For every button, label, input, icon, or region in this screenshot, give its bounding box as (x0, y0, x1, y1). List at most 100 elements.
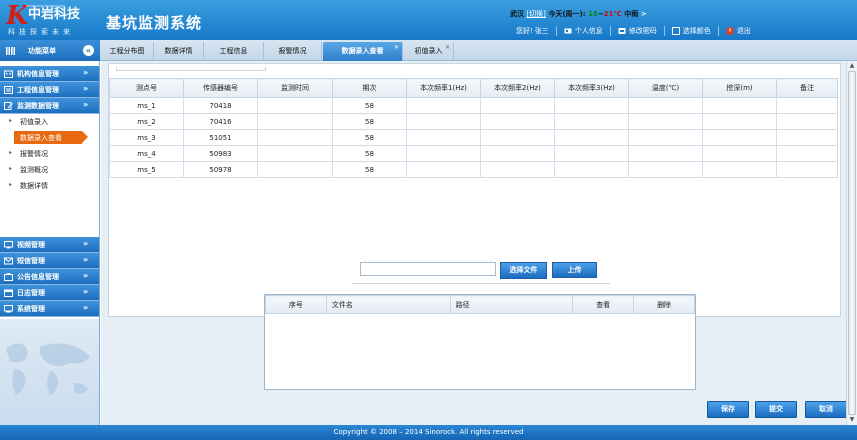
change-password-link[interactable]: 修改密码 (618, 26, 657, 36)
column-header[interactable]: 本次频率1(Hz) (406, 78, 481, 98)
sidebar-item-data-detail[interactable]: ▸ 数据详情 (0, 178, 99, 194)
cell-freq1[interactable] (406, 97, 481, 114)
sidebar-group-sms[interactable]: 短信管理 » (0, 253, 99, 269)
sidebar-item-monitor-overview[interactable]: ▸ 监测概况 (0, 162, 99, 178)
cell-temperature[interactable] (628, 145, 703, 162)
sidebar-group-video[interactable]: 视频管理 » (0, 237, 99, 253)
cell-remark[interactable] (776, 113, 838, 130)
file-path-input[interactable] (360, 262, 496, 276)
sidebar-group-label: 系统管理 (17, 305, 45, 313)
sidebar-group-log[interactable]: 日志管理 » (0, 285, 99, 301)
column-header[interactable]: 期次 (332, 78, 407, 98)
cell-temperature[interactable] (628, 161, 703, 178)
sidebar-group-system[interactable]: 系统管理 » (0, 301, 99, 317)
submit-button[interactable]: 提交 (755, 401, 797, 418)
weather-switch-link[interactable]: [切换] (526, 10, 545, 18)
cell-freq2[interactable] (480, 129, 555, 146)
cell-freq2[interactable] (480, 145, 555, 162)
tab-alarm-status[interactable]: 报警情况 (264, 42, 322, 61)
chevron-down-icon: » (83, 84, 89, 93)
cell-remark[interactable] (776, 97, 838, 114)
cell-remark[interactable] (776, 145, 838, 162)
column-header[interactable]: 序号 (265, 295, 327, 314)
upload-button[interactable]: 上传 (552, 262, 597, 278)
choose-color-link[interactable]: 选择颜色 (671, 26, 711, 36)
cell-freq1[interactable] (406, 129, 481, 146)
cell-freq2[interactable] (480, 97, 555, 114)
sidebar-group-project-info[interactable]: 工程信息管理 » (0, 82, 99, 98)
sidebar-group-monitor-data[interactable]: 监测数据管理 » (0, 98, 99, 114)
cell-monitor-time[interactable] (257, 145, 333, 162)
cell-temperature[interactable] (628, 129, 703, 146)
tab-data-detail[interactable]: 数据详情 (154, 42, 204, 61)
cell-freq1[interactable] (406, 161, 481, 178)
cell-freq3[interactable] (554, 129, 629, 146)
cell-freq2[interactable] (480, 113, 555, 130)
scroll-down-icon[interactable]: ▼ (847, 415, 857, 425)
column-header[interactable]: 文件名 (325, 295, 451, 314)
logout-icon (726, 27, 734, 35)
cell-temperature[interactable] (628, 113, 703, 130)
column-header[interactable]: 备注 (776, 78, 838, 98)
cell-monitor-time[interactable] (257, 97, 333, 114)
sidebar-group-announcement[interactable]: 公告信息管理 » (0, 269, 99, 285)
column-header[interactable]: 温度(℃) (628, 78, 703, 98)
column-header[interactable]: 本次频率2(Hz) (480, 78, 555, 98)
personal-info-link[interactable]: 个人信息 (564, 26, 603, 36)
cell-freq3[interactable] (554, 113, 629, 130)
choose-file-button[interactable]: 选择文件 (500, 262, 547, 279)
palette-icon (671, 27, 680, 35)
cell-freq2[interactable] (480, 161, 555, 178)
tab-project-map[interactable]: 工程分布图 (101, 42, 154, 61)
cancel-button[interactable]: 取消 (805, 401, 847, 418)
sidebar-item-data-entry-view[interactable]: ▸ 数据录入查看 (0, 130, 99, 146)
sidebar-item-label: 报警情况 (20, 150, 48, 158)
cell-depth[interactable] (702, 97, 777, 114)
cell-remark[interactable] (776, 129, 838, 146)
vertical-scrollbar[interactable]: ▲ ▼ (846, 61, 857, 425)
save-button[interactable]: 保存 (707, 401, 749, 418)
column-header[interactable]: 挖深(m) (702, 78, 777, 98)
cell-monitor-time[interactable] (257, 113, 333, 130)
weather-next-arrow[interactable]: > (641, 10, 647, 18)
cell-freq1[interactable] (406, 145, 481, 162)
column-header[interactable]: 删除 (633, 295, 695, 314)
personal-info-label: 个人信息 (574, 27, 603, 35)
sidebar-item-label: 数据详情 (20, 182, 48, 190)
chevron-down-icon: » (83, 239, 89, 248)
collapse-menu-button[interactable]: « (83, 45, 94, 56)
close-tab-icon[interactable]: ✕ (445, 38, 450, 57)
cell-depth[interactable] (702, 129, 777, 146)
cell-freq3[interactable] (554, 145, 629, 162)
column-header[interactable]: 监测时间 (257, 78, 333, 98)
scroll-up-icon[interactable]: ▲ (847, 61, 857, 71)
table-row: ms_2 70416 58 (109, 113, 838, 130)
cell-depth[interactable] (702, 145, 777, 162)
cell-depth[interactable] (702, 161, 777, 178)
sidebar-item-initial-entry[interactable]: ▸ 初值录入 (0, 114, 99, 130)
edit-doc-icon (4, 102, 13, 110)
column-header[interactable]: 本次频率3(Hz) (554, 78, 629, 98)
weather-temp-high: 21℃ (603, 10, 622, 18)
cell-remark[interactable] (776, 161, 838, 178)
tab-initial-entry[interactable]: 初值录入 ✕ (404, 42, 454, 61)
cell-freq1[interactable] (406, 113, 481, 130)
tab-project-info[interactable]: 工程信息 (204, 42, 264, 61)
logout-label: 退出 (736, 27, 751, 35)
column-header[interactable]: 路径 (449, 295, 574, 314)
column-header[interactable]: 查看 (572, 295, 635, 314)
close-tab-icon[interactable]: ✕ (394, 38, 399, 57)
cell-depth[interactable] (702, 113, 777, 130)
cell-freq3[interactable] (554, 97, 629, 114)
tab-data-entry-view[interactable]: 数据录入查看 ✕ (323, 42, 403, 61)
cell-temperature[interactable] (628, 97, 703, 114)
cell-freq3[interactable] (554, 161, 629, 178)
scroll-thumb[interactable] (848, 71, 856, 415)
sidebar-group-org-info[interactable]: 机构信息管理 » (0, 66, 99, 82)
column-header[interactable]: 传感器编号 (183, 78, 258, 98)
column-header[interactable]: 测点号 (109, 78, 184, 98)
cell-monitor-time[interactable] (257, 161, 333, 178)
sidebar-item-alarm-status[interactable]: ▸ 报警情况 (0, 146, 99, 162)
logout-link[interactable]: 退出 (726, 26, 751, 36)
cell-monitor-time[interactable] (257, 129, 333, 146)
